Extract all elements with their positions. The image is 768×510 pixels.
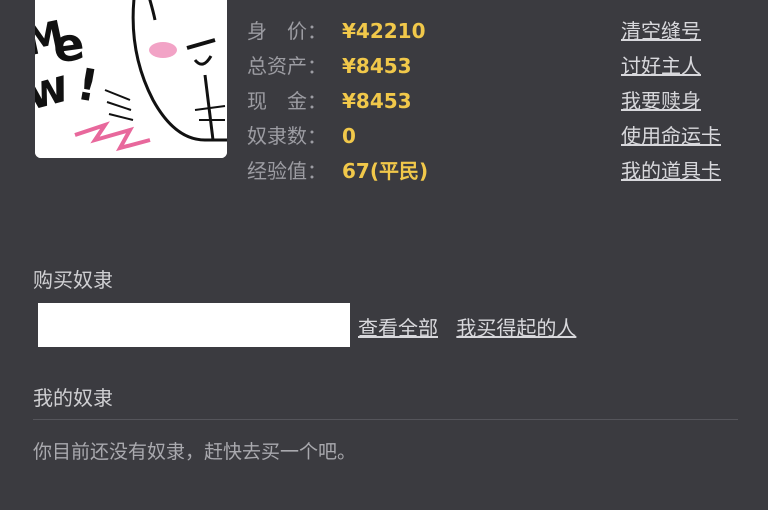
- view-all-link[interactable]: 查看全部: [358, 316, 438, 340]
- stat-row-worth: 身 价： ¥42210: [247, 14, 428, 49]
- stat-row-experience: 经验值： 67(平民): [247, 154, 428, 189]
- my-slaves-title: 我的奴隶: [33, 386, 113, 410]
- stat-label: 奴隶数：: [247, 124, 327, 148]
- stats-panel: 身 价： ¥42210 总资产： ¥8453 现 金： ¥8453 奴隶数： 0 经验值…: [247, 14, 428, 189]
- avatar[interactable]: M e w !: [35, 0, 227, 158]
- stat-value: ¥42210: [342, 19, 426, 43]
- buy-links: 查看全部 我买得起的人: [358, 312, 588, 341]
- redeem-self-link[interactable]: 我要赎身: [621, 84, 721, 119]
- stat-value: ¥8453: [342, 89, 412, 113]
- please-master-link[interactable]: 讨好主人: [621, 49, 721, 84]
- buy-search-input[interactable]: [38, 303, 350, 347]
- stat-label: 经验值：: [247, 159, 327, 183]
- stat-row-total-assets: 总资产： ¥8453: [247, 49, 428, 84]
- stat-row-slave-count: 奴隶数： 0: [247, 119, 428, 154]
- buy-section-title: 购买奴隶: [33, 268, 113, 292]
- stat-value: 0: [342, 124, 356, 148]
- stat-label: 总资产：: [247, 54, 327, 78]
- section-divider: [33, 419, 738, 420]
- stat-value: ¥8453: [342, 54, 412, 78]
- stat-label: 现 金：: [247, 89, 327, 113]
- clear-nickname-link[interactable]: 清空缝号: [621, 14, 721, 49]
- stat-row-cash: 现 金： ¥8453: [247, 84, 428, 119]
- actions-panel: 清空缝号 讨好主人 我要赎身 使用命运卡 我的道具卡: [621, 14, 721, 189]
- use-fate-card-link[interactable]: 使用命运卡: [621, 119, 721, 154]
- empty-slaves-message: 你目前还没有奴隶，赶快去买一个吧。: [33, 441, 357, 463]
- stat-value: 67(平民): [342, 159, 429, 183]
- stat-label: 身 价：: [247, 19, 327, 43]
- affordable-people-link[interactable]: 我买得起的人: [456, 316, 576, 340]
- my-item-cards-link[interactable]: 我的道具卡: [621, 154, 721, 189]
